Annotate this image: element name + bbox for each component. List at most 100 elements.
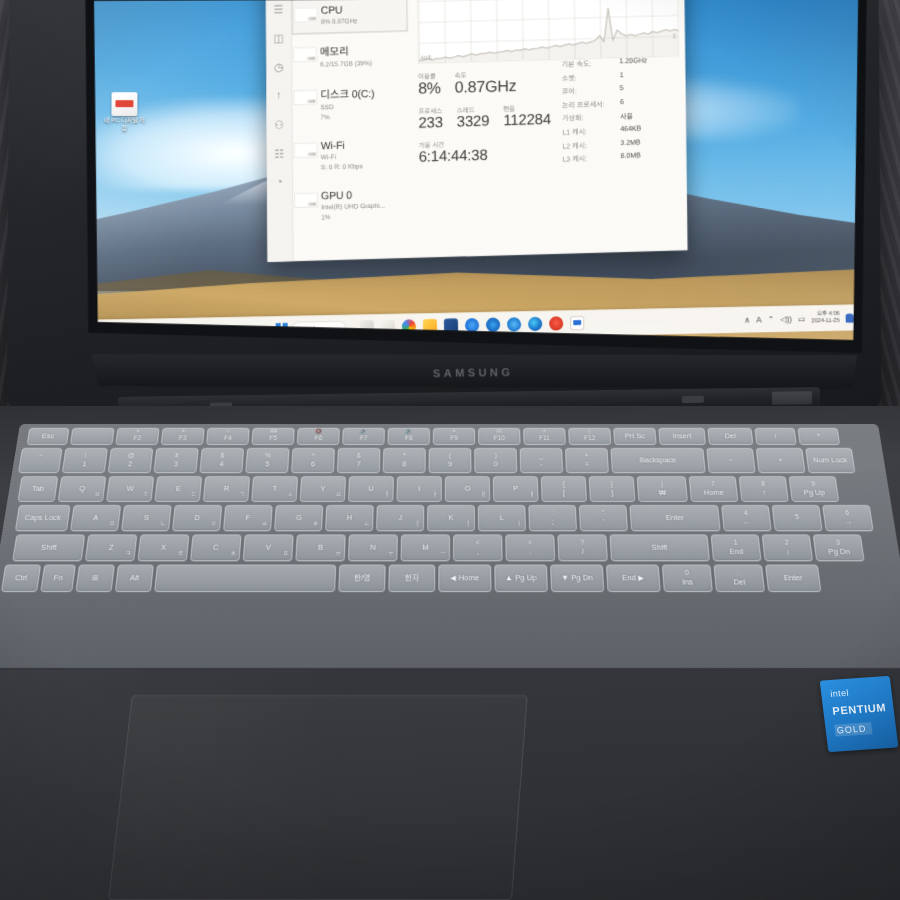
key-prt-sc[interactable]: Prt Sc (613, 428, 656, 445)
key-3[interactable]: #3 (154, 448, 199, 473)
key-2[interactable]: @2 (108, 448, 154, 473)
store-icon[interactable] (507, 317, 521, 331)
key-caps-lock[interactable]: Caps Lock (15, 505, 71, 531)
key--[interactable]: + (756, 448, 806, 473)
key-pg-up[interactable]: 9 Pg Up (789, 476, 840, 502)
key-f[interactable]: Fㄹ (223, 505, 273, 531)
key--[interactable]: 2 ↓ (762, 534, 814, 561)
edge-icon[interactable] (528, 317, 542, 331)
startup-icon[interactable]: ↑ (272, 89, 286, 103)
key-f11[interactable]: ⟳ F11 (523, 428, 566, 445)
key--[interactable]: | ₩ (637, 476, 688, 502)
key-n[interactable]: Nㅜ (348, 534, 398, 561)
key-5[interactable]: 5 (772, 505, 823, 531)
key--[interactable]: ? / (557, 534, 608, 561)
key-s[interactable]: Sㄴ (121, 505, 172, 531)
key-d[interactable]: Dㅇ (172, 505, 222, 531)
key-c[interactable]: Cㅊ (190, 534, 242, 561)
task-manager-nav-rail[interactable]: ☰ ◫ ◷ ↑ ⚇ ☷ ◔ (265, 0, 293, 262)
key-b[interactable]: Bㅠ (295, 534, 346, 561)
key-1[interactable]: ! 1 (62, 448, 108, 473)
key-ins[interactable]: 0 Ins (662, 564, 713, 592)
key-j[interactable]: Jㅓ (376, 505, 424, 531)
key-i[interactable]: Iㅑ (396, 476, 441, 502)
key-g[interactable]: Gㅎ (274, 505, 323, 531)
edge-legacy-icon[interactable] (465, 318, 479, 332)
key-f10[interactable]: ⌧ F10 (478, 428, 521, 445)
key-del[interactable]: . Del (713, 564, 765, 592)
key--[interactable]: :; (528, 505, 577, 531)
key-num-lock[interactable]: Num Lock (805, 448, 855, 473)
key--[interactable]: 8 ↑ (739, 476, 789, 502)
clock[interactable]: 오후 4:06 2024-11-25 (811, 311, 840, 326)
key--[interactable]: * (798, 428, 841, 445)
key--[interactable]: >. (505, 534, 555, 561)
key-f5[interactable]: ⌨ F5 (251, 428, 294, 445)
key-blank[interactable] (70, 428, 115, 445)
key-end[interactable]: 1 End (711, 534, 762, 561)
key--[interactable]: ~ ` (18, 448, 62, 473)
key-x[interactable]: Xㅌ (137, 534, 189, 561)
desktop-icon-my-pc[interactable]: 내 PC 디지털 저장 (102, 92, 146, 133)
key-enter[interactable]: Enter (765, 564, 821, 592)
users-icon[interactable]: ⚇ (272, 117, 286, 131)
key-end-[interactable]: End ▶ (606, 564, 661, 592)
key-fn[interactable]: Fn (40, 564, 76, 592)
key-한자[interactable]: 한자 (388, 564, 435, 592)
key--[interactable]: 6 → (822, 505, 874, 531)
key--pg-dn[interactable]: ▼ Pg Dn (550, 564, 604, 592)
key-f6[interactable]: 🔇 F6 (297, 428, 340, 445)
key--[interactable]: + = (565, 448, 609, 473)
skype-icon[interactable] (486, 318, 500, 332)
key-f9[interactable]: ✈ F9 (433, 428, 475, 445)
key-f8[interactable]: 🔊 F8 (388, 428, 430, 445)
key--[interactable]: _ - (520, 448, 563, 473)
key--[interactable]: " ' (579, 505, 628, 531)
trackpad[interactable] (108, 695, 528, 900)
key-f2[interactable]: ☀ F2 (115, 428, 159, 445)
resource-item-disk[interactable]: 디스크 0(C:) SSD 7% (292, 78, 408, 130)
key-한-영[interactable]: 한/영 (338, 564, 385, 592)
key-l[interactable]: Lㅣ (478, 505, 526, 531)
key-o[interactable]: Oㅐ (445, 476, 490, 502)
system-tray[interactable]: ∧ A ⌃ ◁)) ▭ 오후 4:06 2024-11-25 (744, 310, 862, 326)
key-shift[interactable]: Shift (12, 534, 85, 561)
key-m[interactable]: Mㅡ (401, 534, 450, 561)
resource-item-memory[interactable]: 메모리 6.2/15.7GB (39%) (292, 36, 408, 77)
record-icon[interactable] (549, 316, 563, 330)
app-history-icon[interactable]: ◷ (272, 60, 286, 74)
key-y[interactable]: Yㅛ (300, 476, 346, 502)
resource-item-gpu[interactable]: GPU 0 Intel(R) UHD Graphi... 1% (293, 180, 409, 229)
key--[interactable]: − (706, 448, 755, 473)
key-w[interactable]: Wㅈ (106, 476, 154, 502)
services-icon[interactable]: ◔ (272, 175, 286, 189)
resource-item-cpu[interactable]: CPU 8% 0.87GHz (292, 0, 408, 35)
resource-list[interactable]: CPU 8% 0.87GHz 메모리 6.2/15.7GB (39%) 디스크 … (292, 0, 410, 234)
battery-icon[interactable]: ▭ (798, 314, 806, 323)
key-7[interactable]: & 7 (337, 448, 380, 473)
key-f12[interactable]: ⎙ F12 (568, 428, 611, 445)
key-k[interactable]: Kㅏ (427, 505, 475, 531)
task-manager-window[interactable]: ☰ ◫ ◷ ↑ ⚇ ☷ ◔ CPU 8% 0.87GHz 메모리 6.2/15.… (265, 0, 687, 262)
key-z[interactable]: Zㅋ (85, 534, 138, 561)
key--home[interactable]: ◀ Home (438, 564, 491, 592)
key-ctrl[interactable]: Ctrl (1, 564, 41, 592)
key-v[interactable]: Vㅍ (243, 534, 294, 561)
resource-item-wifi[interactable]: Wi-Fi Wi-Fi S: 0 R: 0 Kbps (293, 131, 409, 180)
key-5[interactable]: % 5 (245, 448, 289, 473)
ime-indicator[interactable]: A (756, 315, 762, 324)
key-0[interactable]: ) 0 (474, 448, 517, 473)
key--[interactable]: <, (453, 534, 503, 561)
key--[interactable]: }] (589, 476, 636, 502)
key--[interactable]: {[ (541, 476, 587, 502)
key-6[interactable]: ^ 6 (291, 448, 335, 473)
key-enter[interactable]: Enter (629, 505, 720, 531)
key-u[interactable]: Uㅕ (348, 476, 394, 502)
key-t[interactable]: Tㅅ (251, 476, 298, 502)
key-alt[interactable]: Alt (115, 564, 154, 592)
key-home[interactable]: 7 Home (689, 476, 739, 502)
key-r[interactable]: Rㄱ (203, 476, 250, 502)
volume-icon[interactable]: ◁)) (780, 314, 792, 323)
notification-bell-icon[interactable] (846, 313, 854, 322)
key-f4[interactable]: ⎚ F4 (206, 428, 250, 445)
